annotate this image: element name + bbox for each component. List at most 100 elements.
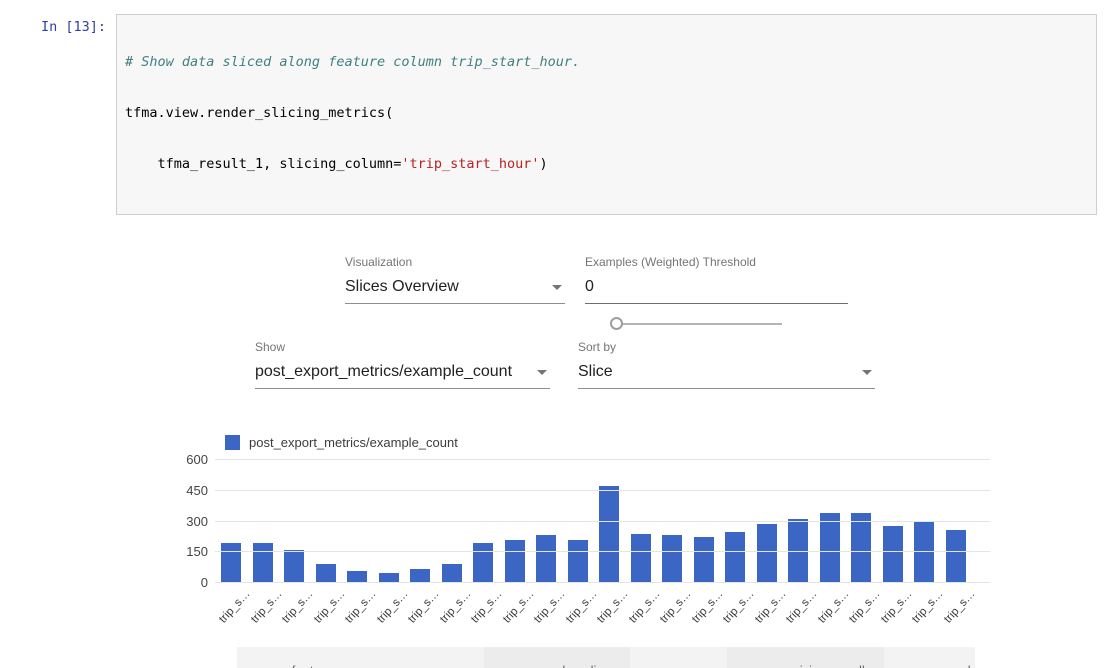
x-axis-label: trip_s… [442,583,462,619]
slider-track[interactable] [610,323,782,325]
slicing-metrics-widget: Visualization Slices Overview Examples (… [180,255,992,668]
metrics-table-wrap: featureaccuracyaccuracy_baselineaucauc_p… [237,645,975,668]
gridline [215,490,990,491]
gridline [215,521,990,522]
plot-area: 0150300450600 [215,460,990,583]
gridline [215,551,990,552]
chevron-down-icon[interactable] [537,370,547,375]
x-axis-label: trip_s… [568,583,588,619]
code-line: # Show data sliced along feature column … [125,54,1088,71]
x-axis-label: trip_s… [757,583,777,619]
slider-handle[interactable] [610,317,623,330]
bar[interactable] [662,535,682,583]
x-axis-label: trip_s… [536,583,556,619]
threshold-input[interactable] [585,276,848,304]
x-axis-label: trip_s… [316,583,336,619]
code-line: tfma_result_1, slicing_column='trip_star… [125,156,1088,173]
x-axis-label: trip_s… [631,583,651,619]
x-axis-label: trip_s… [662,583,682,619]
bar[interactable] [410,569,430,583]
code-line: tfma.view.render_slicing_metrics( [125,105,1088,122]
x-axis-label: trip_s… [725,583,745,619]
bar[interactable] [473,543,493,583]
metrics-table-header-row: featureaccuracyaccuracy_baselineaucauc_p… [237,647,975,668]
controls-row-1: Visualization Slices Overview Examples (… [180,255,992,340]
x-axis-label: trip_s… [221,583,241,619]
legend-swatch [225,435,240,450]
x-axis-label: trip_s… [946,583,966,619]
bar[interactable] [757,524,777,583]
bars [215,460,990,583]
bar[interactable] [946,530,966,583]
bar[interactable] [694,537,714,583]
x-axis-label: trip_s… [694,583,714,619]
code-cell: In [13]: # Show data sliced along featur… [0,0,1111,215]
x-axis-label: trip_s… [883,583,903,619]
chevron-down-icon[interactable] [862,370,872,375]
bar[interactable] [568,540,588,583]
bar[interactable] [505,540,525,583]
column-header: auc [630,647,727,668]
show-value[interactable]: post_export_metrics/example_count [255,361,550,389]
bar[interactable] [536,535,556,583]
column-header: auc_precision_recall [727,647,884,668]
show-label: Show [255,340,550,354]
threshold-field: Examples (Weighted) Threshold [585,255,848,304]
slices-bar-chart: post_export_metrics/example_count 015030… [180,434,992,619]
visualization-value[interactable]: Slices Overview [345,276,565,304]
y-axis-tick-label: 150 [178,544,208,559]
x-axis-label: trip_s… [284,583,304,619]
bar[interactable] [820,513,840,583]
y-axis-tick-label: 0 [178,575,208,590]
bar[interactable] [221,543,241,583]
y-axis-tick-label: 450 [178,483,208,498]
sort-by-dropdown[interactable]: Sort by Slice [578,340,875,389]
show-dropdown[interactable]: Show post_export_metrics/example_count [255,340,550,389]
threshold-slider[interactable] [610,317,782,331]
x-axis-label: trip_s… [788,583,808,619]
x-axis-label: trip_s… [914,583,934,619]
bar[interactable] [599,486,619,583]
x-axis-label: trip_s… [505,583,525,619]
x-axis-label: trip_s… [820,583,840,619]
chevron-down-icon[interactable] [552,285,562,290]
controls-row-2: Show post_export_metrics/example_count S… [180,340,992,400]
x-axis-label: trip_s… [347,583,367,619]
bar[interactable] [253,543,273,583]
sort-by-label: Sort by [578,340,875,354]
bar[interactable] [316,564,336,583]
code-editor[interactable]: # Show data sliced along feature column … [116,14,1097,215]
code-comment: # Show data sliced along feature column … [125,54,580,70]
input-prompt: In [13]: [14,14,106,215]
x-axis-label: trip_s… [599,583,619,619]
y-axis-tick-label: 300 [178,514,208,529]
code-string: 'trip_start_hour' [401,156,539,172]
column-header: accuracy_baseline [484,647,630,668]
x-axis-label: trip_s… [851,583,871,619]
column-header: feature [237,647,387,668]
threshold-label: Examples (Weighted) Threshold [585,255,848,269]
sort-by-value[interactable]: Slice [578,361,875,389]
bar[interactable] [914,522,934,583]
chart-legend: post_export_metrics/example_count [225,434,992,450]
bar[interactable] [284,550,304,583]
x-axis-label: trip_s… [253,583,273,619]
column-header: average_los [884,647,975,668]
legend-label: post_export_metrics/example_count [249,435,458,450]
bar[interactable] [851,513,871,583]
bar[interactable] [631,534,651,583]
x-axis-labels: trip_s… trip_s… trip_s… trip_s… trip_s… trip_… [215,583,992,619]
bar[interactable] [883,526,903,583]
x-axis-label: trip_s… [473,583,493,619]
gridline [215,459,990,460]
y-axis-tick-label: 600 [178,452,208,467]
metrics-table: featureaccuracyaccuracy_baselineaucauc_p… [237,645,975,668]
x-axis-label: trip_s… [379,583,399,619]
notebook-page: In [13]: # Show data sliced along featur… [0,0,1111,668]
x-axis-label: trip_s… [410,583,430,619]
bar[interactable] [725,532,745,583]
visualization-label: Visualization [345,255,565,269]
visualization-dropdown[interactable]: Visualization Slices Overview [345,255,565,304]
column-header: accuracy [387,647,484,668]
bar[interactable] [442,564,462,583]
